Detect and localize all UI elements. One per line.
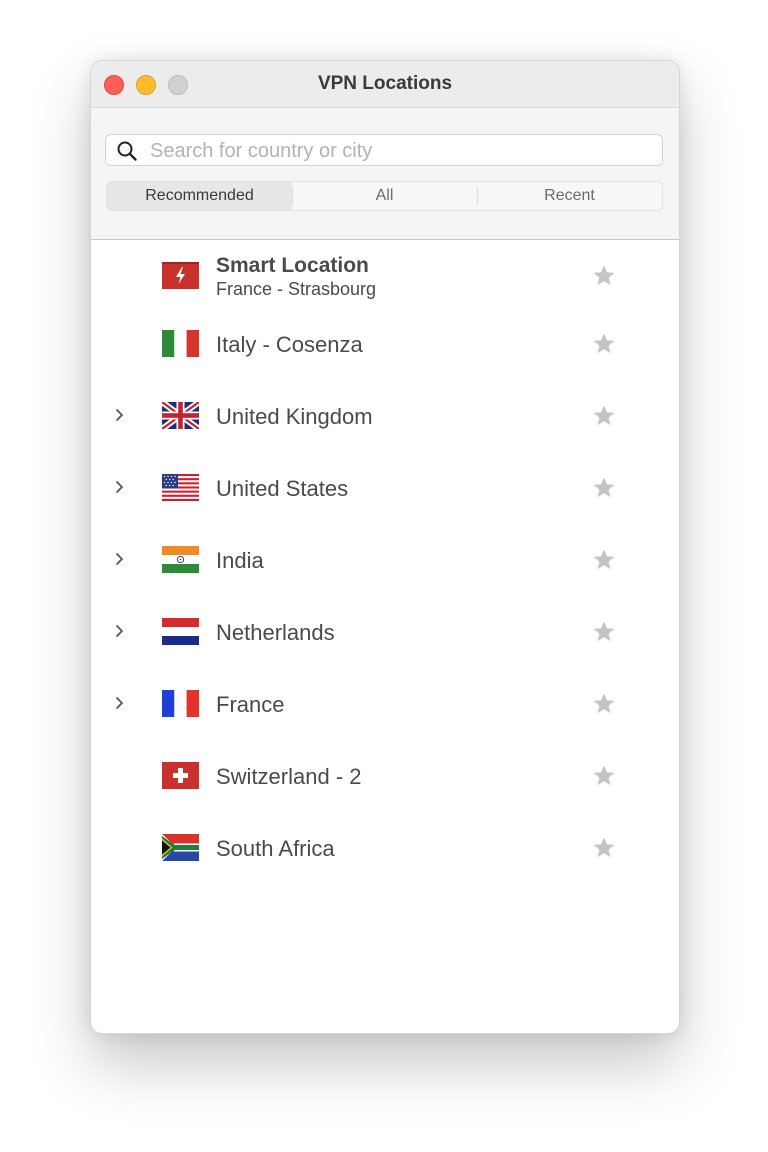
location-name: Italy - Cosenza [216,332,363,357]
uk-flag-icon [162,402,199,429]
favorite-star-icon[interactable] [592,764,616,788]
location-row-italy[interactable]: Italy - Cosenza [91,308,679,380]
tab-recent[interactable]: Recent [477,182,662,210]
chevron-right-icon[interactable] [113,620,127,642]
netherlands-flag-icon [162,618,199,645]
favorite-star-icon[interactable] [592,548,616,572]
location-row-netherlands[interactable]: Netherlands [91,596,679,668]
magnifier-icon [117,141,137,161]
chevron-right-icon[interactable] [113,692,127,714]
search-box[interactable] [105,134,663,166]
favorite-star-icon[interactable] [592,476,616,500]
location-row-smart-location[interactable]: Smart Location France - Strasbourg [91,240,679,312]
france-flag-icon [162,690,199,717]
location-name: France [216,692,285,717]
south-africa-flag-icon [162,834,199,861]
location-row-united-states[interactable]: United States [91,452,679,524]
favorite-star-icon[interactable] [592,620,616,644]
favorite-star-icon[interactable] [592,264,616,288]
location-name: Netherlands [216,620,335,645]
smart-location-icon [162,262,199,289]
location-name: Switzerland - 2 [216,764,362,789]
search-input[interactable] [148,138,652,164]
location-row-south-africa[interactable]: South Africa [91,812,679,884]
window-title: VPN Locations [317,73,453,94]
favorite-star-icon[interactable] [592,836,616,860]
favorite-star-icon[interactable] [592,404,616,428]
india-flag-icon [162,546,199,573]
location-row-switzerland[interactable]: Switzerland - 2 [91,740,679,812]
location-name: United States [216,476,349,501]
us-flag-icon [162,474,199,501]
location-name: South Africa [216,836,335,861]
location-row-france[interactable]: France [91,668,679,740]
title-bar[interactable]: VPN Locations [91,61,679,108]
favorite-star-icon[interactable] [592,692,616,716]
tab-recommended[interactable]: Recommended [107,182,292,210]
location-subtitle: France - Strasbourg [216,279,377,299]
location-row-united-kingdom[interactable]: United Kingdom [91,380,679,452]
chevron-right-icon[interactable] [113,548,127,570]
location-toolbar: Recommended All Recent [91,108,679,240]
chevron-right-icon[interactable] [113,476,127,498]
switzerland-flag-icon [162,762,199,789]
chevron-right-icon[interactable] [113,404,127,426]
location-tabs: Recommended All Recent [106,181,663,211]
location-name: Smart Location [216,254,369,277]
tab-all[interactable]: All [292,182,477,210]
location-name: India [216,548,264,573]
favorite-star-icon[interactable] [592,332,616,356]
location-row-india[interactable]: India [91,524,679,596]
vpn-locations-window: VPN Locations Recommended All Recent [90,60,680,1034]
location-name: United Kingdom [216,404,373,429]
italy-flag-icon [162,330,199,357]
